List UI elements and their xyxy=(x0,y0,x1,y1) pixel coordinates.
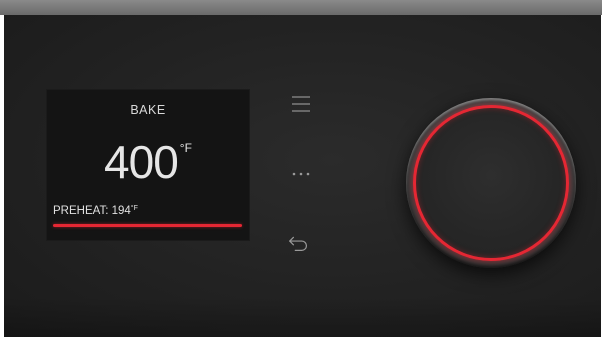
oven-display: BAKE 400 °F PREHEAT: 194°F xyxy=(46,89,250,241)
preheat-status: PREHEAT: 194°F xyxy=(53,205,138,217)
temperature-value: 400 xyxy=(104,136,179,188)
cooking-mode-label: BAKE xyxy=(130,103,166,117)
back-icon xyxy=(289,236,307,251)
preheat-progress-bar xyxy=(53,224,242,227)
back-button[interactable] xyxy=(286,229,312,255)
top-bezel xyxy=(0,0,602,15)
preheat-progress-fill xyxy=(53,224,242,227)
temperature-unit: °F xyxy=(179,141,192,155)
preheat-label: PREHEAT: 194 xyxy=(53,205,131,217)
panel-shadow xyxy=(4,297,601,337)
temperature-dial-knob[interactable] xyxy=(406,98,576,268)
oven-control-screen: BAKE 400 °F PREHEAT: 194°F xyxy=(0,0,602,339)
preheat-unit: °F xyxy=(130,205,138,212)
target-temperature: 400 °F xyxy=(46,135,250,189)
more-options-button[interactable] xyxy=(288,159,314,185)
more-icon xyxy=(292,172,310,176)
menu-button[interactable] xyxy=(288,91,314,117)
dial-red-ring xyxy=(413,105,569,261)
menu-icon xyxy=(292,96,310,112)
